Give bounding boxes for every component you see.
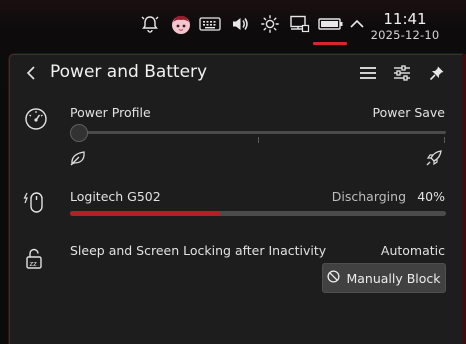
speedometer-icon (23, 106, 49, 132)
popup-title: Power and Battery (50, 62, 208, 82)
rocket-icon (424, 148, 444, 168)
popup-header: Power and Battery (10, 55, 466, 91)
sleep-value: Automatic (380, 243, 445, 258)
digital-clock[interactable]: 11:41 2025-12-10 (364, 10, 446, 42)
leaf-icon (68, 148, 88, 168)
notifications-disabled-icon[interactable] (139, 13, 161, 35)
device-charge-bar (70, 211, 446, 216)
battery-icon[interactable] (318, 13, 344, 35)
device-status: Discharging (331, 189, 406, 204)
system-tray: 11:41 2025-12-10 (0, 0, 466, 48)
manually-block-button[interactable]: Manually Block (322, 263, 446, 293)
device-percent: 40% (417, 189, 445, 204)
clock-date: 2025-12-10 (370, 28, 440, 42)
configure-icon[interactable] (391, 63, 413, 83)
window-edge (462, 54, 466, 344)
block-icon (327, 270, 341, 286)
power-profile-slider[interactable] (70, 131, 446, 134)
manually-block-label: Manually Block (346, 270, 441, 286)
brightness-icon[interactable] (259, 13, 281, 35)
power-profile-value: Power Save (372, 105, 445, 120)
menu-icon[interactable] (357, 63, 379, 83)
slider-tick-mark (258, 137, 259, 143)
slider-handle[interactable] (70, 124, 88, 142)
keyboard-icon[interactable] (199, 13, 221, 35)
device-name: Logitech G502 (70, 189, 161, 204)
desktop: 11:41 2025-12-10 Power and Battery Power… (0, 0, 466, 344)
mouse-battery-icon (22, 190, 48, 216)
device-charge-fill (70, 211, 221, 216)
slider-tick-mark (444, 137, 445, 143)
back-arrow-icon[interactable] (22, 63, 40, 83)
volume-icon[interactable] (229, 13, 251, 35)
clock-time: 11:41 (383, 10, 427, 28)
sleep-label: Sleep and Screen Locking after Inactivit… (70, 243, 327, 258)
pin-icon[interactable] (426, 63, 448, 83)
sleep-lock-icon: zz (22, 245, 48, 271)
power-profile-label: Power Profile (70, 105, 151, 120)
svg-text:zz: zz (30, 260, 38, 268)
avatar-icon[interactable] (170, 13, 192, 35)
network-icon[interactable] (288, 13, 310, 35)
active-indicator (313, 42, 347, 45)
